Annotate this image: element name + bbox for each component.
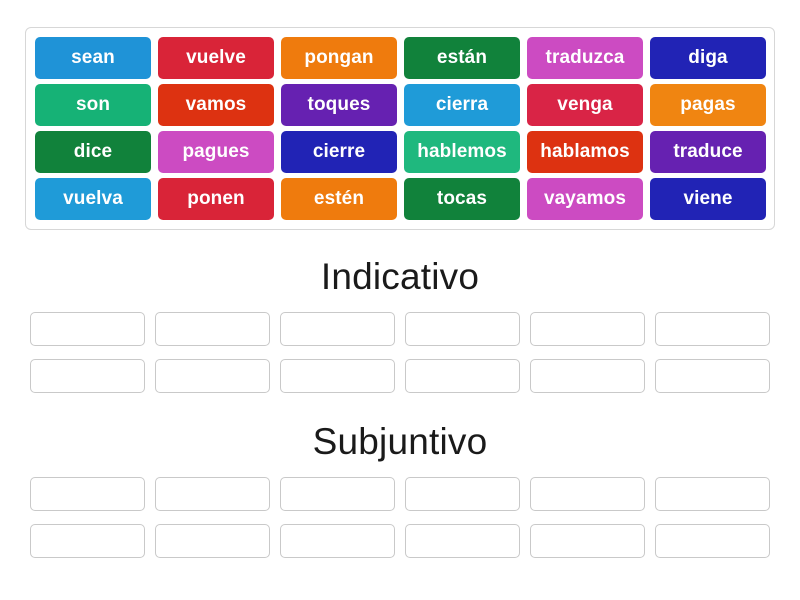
word-bank-row: dice pagues cierre hablemos hablamos traduce bbox=[35, 131, 766, 173]
drop-zone-group-indicativo bbox=[30, 312, 770, 393]
drop-slot[interactable] bbox=[280, 524, 395, 558]
drop-slot[interactable] bbox=[530, 359, 645, 393]
word-tile[interactable]: diga bbox=[650, 37, 766, 79]
word-tile[interactable]: estén bbox=[281, 178, 397, 220]
drop-slot[interactable] bbox=[280, 477, 395, 511]
word-tile[interactable]: pagas bbox=[650, 84, 766, 126]
drop-slot[interactable] bbox=[655, 524, 770, 558]
drop-slot[interactable] bbox=[405, 312, 520, 346]
drop-slot[interactable] bbox=[530, 312, 645, 346]
drop-slot[interactable] bbox=[530, 477, 645, 511]
drop-slot[interactable] bbox=[405, 524, 520, 558]
drop-slot[interactable] bbox=[30, 524, 145, 558]
word-bank-row: son vamos toques cierra venga pagas bbox=[35, 84, 766, 126]
word-tile[interactable]: vayamos bbox=[527, 178, 643, 220]
drop-slot[interactable] bbox=[155, 359, 270, 393]
word-tile[interactable]: cierre bbox=[281, 131, 397, 173]
drop-slot[interactable] bbox=[405, 359, 520, 393]
drop-slot[interactable] bbox=[655, 477, 770, 511]
word-tile[interactable]: son bbox=[35, 84, 151, 126]
word-tile[interactable]: están bbox=[404, 37, 520, 79]
drop-zone-row bbox=[30, 359, 770, 393]
drop-zone-group-subjuntivo bbox=[30, 477, 770, 558]
drop-slot[interactable] bbox=[155, 477, 270, 511]
word-tile[interactable]: dice bbox=[35, 131, 151, 173]
drop-slot[interactable] bbox=[530, 524, 645, 558]
drop-slot[interactable] bbox=[30, 359, 145, 393]
word-bank-panel: sean vuelve pongan están traduzca diga son vamo… bbox=[25, 27, 775, 230]
word-tile[interactable]: traduzca bbox=[527, 37, 643, 79]
drop-zone-row bbox=[30, 524, 770, 558]
word-bank-row: vuelva ponen estén tocas vayamos viene bbox=[35, 178, 766, 220]
word-tile[interactable]: traduce bbox=[650, 131, 766, 173]
drop-slot[interactable] bbox=[280, 359, 395, 393]
drop-slot[interactable] bbox=[655, 359, 770, 393]
word-tile[interactable]: vuelve bbox=[158, 37, 274, 79]
word-tile[interactable]: vuelva bbox=[35, 178, 151, 220]
drop-slot[interactable] bbox=[155, 524, 270, 558]
drop-slot[interactable] bbox=[30, 477, 145, 511]
drop-slot[interactable] bbox=[155, 312, 270, 346]
sorting-activity: sean vuelve pongan están traduzca diga son vamo… bbox=[0, 0, 800, 600]
section-heading-subjuntivo: Subjuntivo bbox=[312, 421, 488, 462]
word-tile[interactable]: pongan bbox=[281, 37, 397, 79]
word-tile[interactable]: sean bbox=[35, 37, 151, 79]
drop-slot[interactable] bbox=[280, 312, 395, 346]
word-tile[interactable]: hablemos bbox=[404, 131, 520, 173]
word-tile[interactable]: cierra bbox=[404, 84, 520, 126]
word-bank-row: sean vuelve pongan están traduzca diga bbox=[35, 37, 766, 79]
word-tile[interactable]: pagues bbox=[158, 131, 274, 173]
drop-zone-row bbox=[30, 477, 770, 511]
word-tile[interactable]: viene bbox=[650, 178, 766, 220]
section-heading-indicativo: Indicativo bbox=[320, 256, 480, 297]
word-tile[interactable]: hablamos bbox=[527, 131, 643, 173]
drop-slot[interactable] bbox=[30, 312, 145, 346]
drop-zone-row bbox=[30, 312, 770, 346]
word-tile[interactable]: ponen bbox=[158, 178, 274, 220]
drop-slot[interactable] bbox=[655, 312, 770, 346]
word-tile[interactable]: venga bbox=[527, 84, 643, 126]
word-tile[interactable]: tocas bbox=[404, 178, 520, 220]
drop-slot[interactable] bbox=[405, 477, 520, 511]
word-tile[interactable]: toques bbox=[281, 84, 397, 126]
word-tile[interactable]: vamos bbox=[158, 84, 274, 126]
